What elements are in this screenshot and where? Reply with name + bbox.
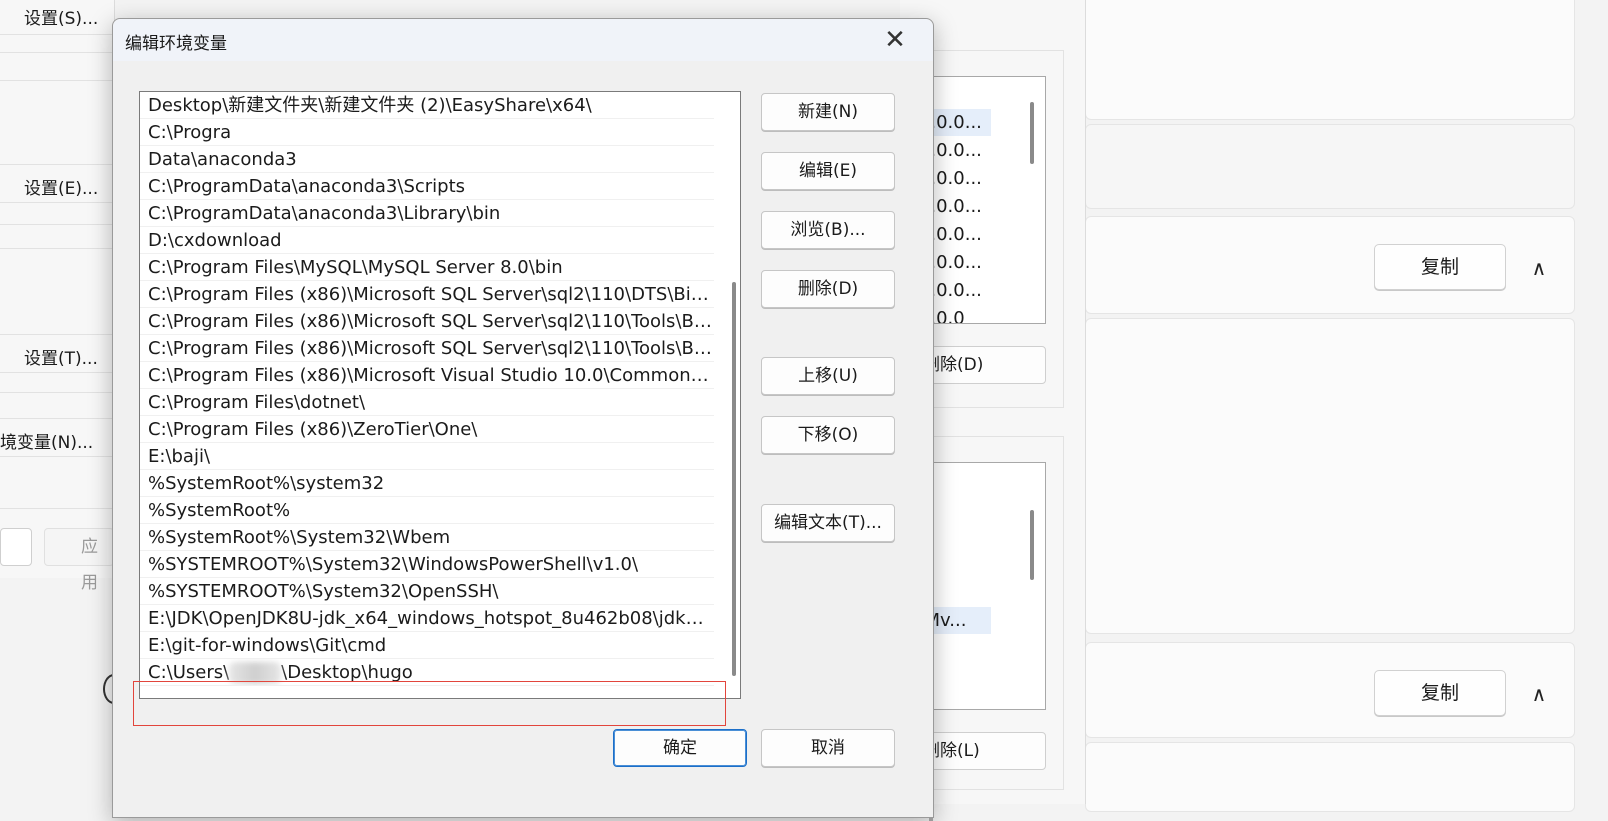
divider <box>0 80 115 81</box>
list-item[interactable]: C:\ProgramData\anaconda3\Library\bin <box>140 200 714 227</box>
path-list[interactable]: Desktop\新建文件夹\新建文件夹 (2)\EasyShare\x64\ C… <box>139 91 741 699</box>
list-item[interactable]: %SystemRoot% <box>140 497 714 524</box>
divider <box>0 334 115 335</box>
scrollbar-thumb[interactable] <box>1030 510 1034 580</box>
path-prefix: C:\Users\ <box>148 662 230 683</box>
move-down-button[interactable]: 下移(O) <box>761 416 895 454</box>
settings-card-body-2 <box>1085 742 1575 812</box>
new-button[interactable]: 新建(N) <box>761 93 895 131</box>
apply-label: 应用 <box>81 537 98 593</box>
system-properties-dialog-background <box>0 0 115 578</box>
browse-button[interactable]: 浏览(B)... <box>761 211 895 249</box>
list-item[interactable]: E:\JDK\OpenJDK8U-jdk_x64_windows_hotspot… <box>140 605 714 632</box>
copy-button-2[interactable]: 复制 <box>1374 670 1506 716</box>
edit-environment-variable-dialog: 编辑环境变量 ✕ Desktop\新建文件夹\新建文件夹 (2)\EasySha… <box>112 18 934 821</box>
apply-button[interactable]: 应用 <box>44 528 114 593</box>
list-item[interactable]: C:\Program Files (x86)\Microsoft SQL Ser… <box>140 335 714 362</box>
move-up-button[interactable]: 上移(U) <box>761 357 895 395</box>
divider <box>0 164 115 165</box>
list-item[interactable]: C:\ProgramData\anaconda3\Scripts <box>140 173 714 200</box>
list-item[interactable]: D:\cxdownload <box>140 227 714 254</box>
divider <box>0 372 115 373</box>
scrollbar-thumb[interactable] <box>1030 102 1034 164</box>
ok-button-partial[interactable] <box>0 528 32 566</box>
copy-button-1[interactable]: 复制 <box>1374 244 1506 290</box>
list-item[interactable]: C:\Program Files\MySQL\MySQL Server 8.0\… <box>140 254 714 281</box>
list-item[interactable]: Data\anaconda3 <box>140 146 714 173</box>
divider <box>0 34 115 35</box>
list-item[interactable]: C:\Program Files (x86)\ZeroTier\One\ <box>140 416 714 443</box>
cancel-button[interactable]: 取消 <box>761 729 895 767</box>
settings-button-s[interactable]: 设置(S)... <box>24 4 98 29</box>
chevron-up-icon[interactable]: ∧ <box>1527 682 1551 706</box>
list-item[interactable]: C:\Program Files (x86)\Microsoft SQL Ser… <box>140 308 714 335</box>
list-item[interactable]: C:\Program Files (x86)\Microsoft SQL Ser… <box>140 281 714 308</box>
list-item[interactable]: E:\baji\ <box>140 443 714 470</box>
divider <box>0 392 115 393</box>
edit-button[interactable]: 编辑(E) <box>761 152 895 190</box>
settings-card-mid <box>1085 124 1575 209</box>
divider <box>0 508 115 509</box>
list-item[interactable]: %SystemRoot%\system32 <box>140 470 714 497</box>
divider <box>0 224 115 225</box>
divider <box>0 52 115 53</box>
environment-variables-button[interactable]: 境变量(N)... <box>0 428 93 453</box>
list-item[interactable]: C:\Progra <box>140 119 714 146</box>
list-item[interactable]: %SystemRoot%\System32\Wbem <box>140 524 714 551</box>
list-item[interactable]: %SYSTEMROOT%\System32\OpenSSH\ <box>140 578 714 605</box>
chevron-up-icon[interactable]: ∧ <box>1527 256 1551 280</box>
resize-grip-icon[interactable] <box>929 817 933 821</box>
settings-card-top <box>1085 0 1575 120</box>
divider <box>0 418 115 419</box>
dialog-title: 编辑环境变量 <box>125 34 227 54</box>
close-icon[interactable]: ✕ <box>877 25 913 57</box>
divider <box>0 456 115 457</box>
title-bar <box>113 19 933 61</box>
settings-button-e[interactable]: 设置(E)... <box>24 174 98 199</box>
scrollbar-thumb[interactable] <box>732 282 736 676</box>
path-suffix: \Desktop\hugo <box>281 662 413 683</box>
list-item[interactable]: Desktop\新建文件夹\新建文件夹 (2)\EasyShare\x64\ <box>140 92 714 119</box>
list-item[interactable]: E:\git-for-windows\Git\cmd <box>140 632 714 659</box>
list-item[interactable]: C:\Program Files\dotnet\ <box>140 389 714 416</box>
divider <box>0 202 115 203</box>
list-item[interactable]: C:\Program Files (x86)\Microsoft Visual … <box>140 362 714 389</box>
ok-button[interactable]: 确定 <box>613 729 747 767</box>
delete-button[interactable]: 删除(D) <box>761 270 895 308</box>
edit-text-button[interactable]: 编辑文本(T)... <box>761 504 895 542</box>
settings-card-body-1 <box>1085 318 1575 634</box>
highlight-box <box>133 681 726 726</box>
divider <box>0 248 115 249</box>
list-item[interactable]: %SYSTEMROOT%\System32\WindowsPowerShell\… <box>140 551 714 578</box>
settings-button-t[interactable]: 设置(T)... <box>24 344 98 369</box>
